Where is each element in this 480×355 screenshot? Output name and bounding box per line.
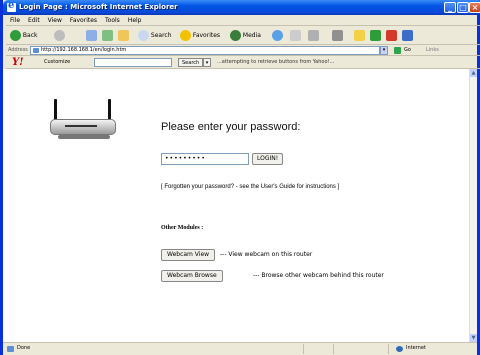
router-body xyxy=(50,119,116,135)
router-antenna-left xyxy=(54,99,57,121)
customize-button[interactable]: Customize xyxy=(44,59,70,65)
stop-icon[interactable] xyxy=(86,30,97,41)
media-icon xyxy=(230,30,241,41)
maximize-button[interactable]: □ xyxy=(457,2,469,13)
links-menu[interactable]: Links xyxy=(426,46,439,55)
menu-help[interactable]: Help xyxy=(124,15,146,26)
yahoo-search-dropdown-icon[interactable]: ▾ xyxy=(203,58,211,67)
forward-arrow-icon xyxy=(54,30,65,41)
router-stand xyxy=(58,135,110,139)
yahoo-logo[interactable]: Y! xyxy=(12,56,24,69)
search-button[interactable]: Search xyxy=(138,29,172,42)
forward-button[interactable] xyxy=(54,29,65,42)
menu-file[interactable]: File xyxy=(6,15,24,26)
status-zone-internet: Internet xyxy=(396,345,426,352)
status-divider xyxy=(333,344,334,354)
back-arrow-icon xyxy=(10,30,21,41)
standard-toolbar: Back Search Favorites Media xyxy=(6,26,480,45)
login-button[interactable]: LOGIN! xyxy=(252,153,284,165)
menu-view[interactable]: View xyxy=(44,15,66,26)
history-icon[interactable] xyxy=(272,30,283,41)
webcam-view-description: --- View webcam on this router xyxy=(220,251,313,258)
scroll-up-icon[interactable]: ▲ xyxy=(470,69,477,77)
go-button[interactable]: Go xyxy=(394,46,411,55)
status-bar: Done Internet xyxy=(3,342,477,355)
refresh-icon[interactable] xyxy=(102,30,113,41)
search-icon xyxy=(138,30,149,41)
menu-edit[interactable]: Edit xyxy=(24,15,44,26)
status-divider xyxy=(303,344,304,354)
edit-icon[interactable] xyxy=(332,30,343,41)
other-modules-heading: Other Modules : xyxy=(161,225,204,231)
back-button[interactable]: Back xyxy=(10,29,38,42)
window-title: Login Page : Microsoft Internet Explorer xyxy=(19,3,178,11)
status-done: Done xyxy=(7,345,30,352)
discuss-icon[interactable] xyxy=(402,30,413,41)
address-input[interactable]: http://192.168.168.1/en/login.htm xyxy=(30,46,380,55)
menu-tools[interactable]: Tools xyxy=(101,15,124,26)
yahoo-search-button[interactable]: Search xyxy=(178,58,204,67)
scroll-down-icon[interactable]: ▼ xyxy=(470,334,477,342)
mail-icon[interactable] xyxy=(290,30,301,41)
password-input[interactable]: ••••••••• xyxy=(161,153,249,165)
router-image xyxy=(48,99,118,141)
yahoo-status-text: ...attempting to retrieve buttons from Y… xyxy=(217,59,335,65)
page-title: Please enter your password: xyxy=(161,121,301,133)
title-bar[interactable]: Login Page : Microsoft Internet Explorer… xyxy=(3,0,480,15)
menu-favorites[interactable]: Favorites xyxy=(66,15,101,26)
print-icon[interactable] xyxy=(308,30,319,41)
close-button[interactable]: × xyxy=(469,2,480,13)
page-content: Please enter your password: ••••••••• LO… xyxy=(3,69,469,342)
ie-icon xyxy=(7,0,16,12)
address-bar: Address http://192.168.168.1/en/login.ht… xyxy=(6,45,480,56)
minimize-button[interactable]: _ xyxy=(444,2,456,13)
media-button[interactable]: Media xyxy=(230,29,261,42)
address-label: Address xyxy=(8,47,28,53)
webcam-view-button[interactable]: Webcam View xyxy=(161,249,216,261)
favorites-button[interactable]: Favorites xyxy=(180,29,220,42)
menu-bar: File Edit View Favorites Tools Help xyxy=(6,15,480,26)
yahoo-toolbar: Y! Customize Search ▾ ...attempting to r… xyxy=(6,56,480,69)
vertical-scrollbar[interactable]: ▲ ▼ xyxy=(469,69,477,342)
forgot-password-text: [ Forgotten your password? - see the Use… xyxy=(161,184,340,190)
webcam-browse-description: --- Browse other webcam behind this rout… xyxy=(253,272,384,279)
router-antenna-right xyxy=(108,99,111,121)
folder-icon[interactable] xyxy=(354,30,365,41)
yahoo-search-input[interactable] xyxy=(94,58,172,67)
messenger-icon[interactable] xyxy=(370,30,381,41)
research-icon[interactable] xyxy=(386,30,397,41)
star-icon xyxy=(180,30,191,41)
status-divider xyxy=(388,344,389,354)
address-dropdown-icon[interactable]: ▾ xyxy=(380,46,388,55)
webcam-browse-button[interactable]: Webcam Browse xyxy=(161,270,223,282)
home-icon[interactable] xyxy=(118,30,129,41)
